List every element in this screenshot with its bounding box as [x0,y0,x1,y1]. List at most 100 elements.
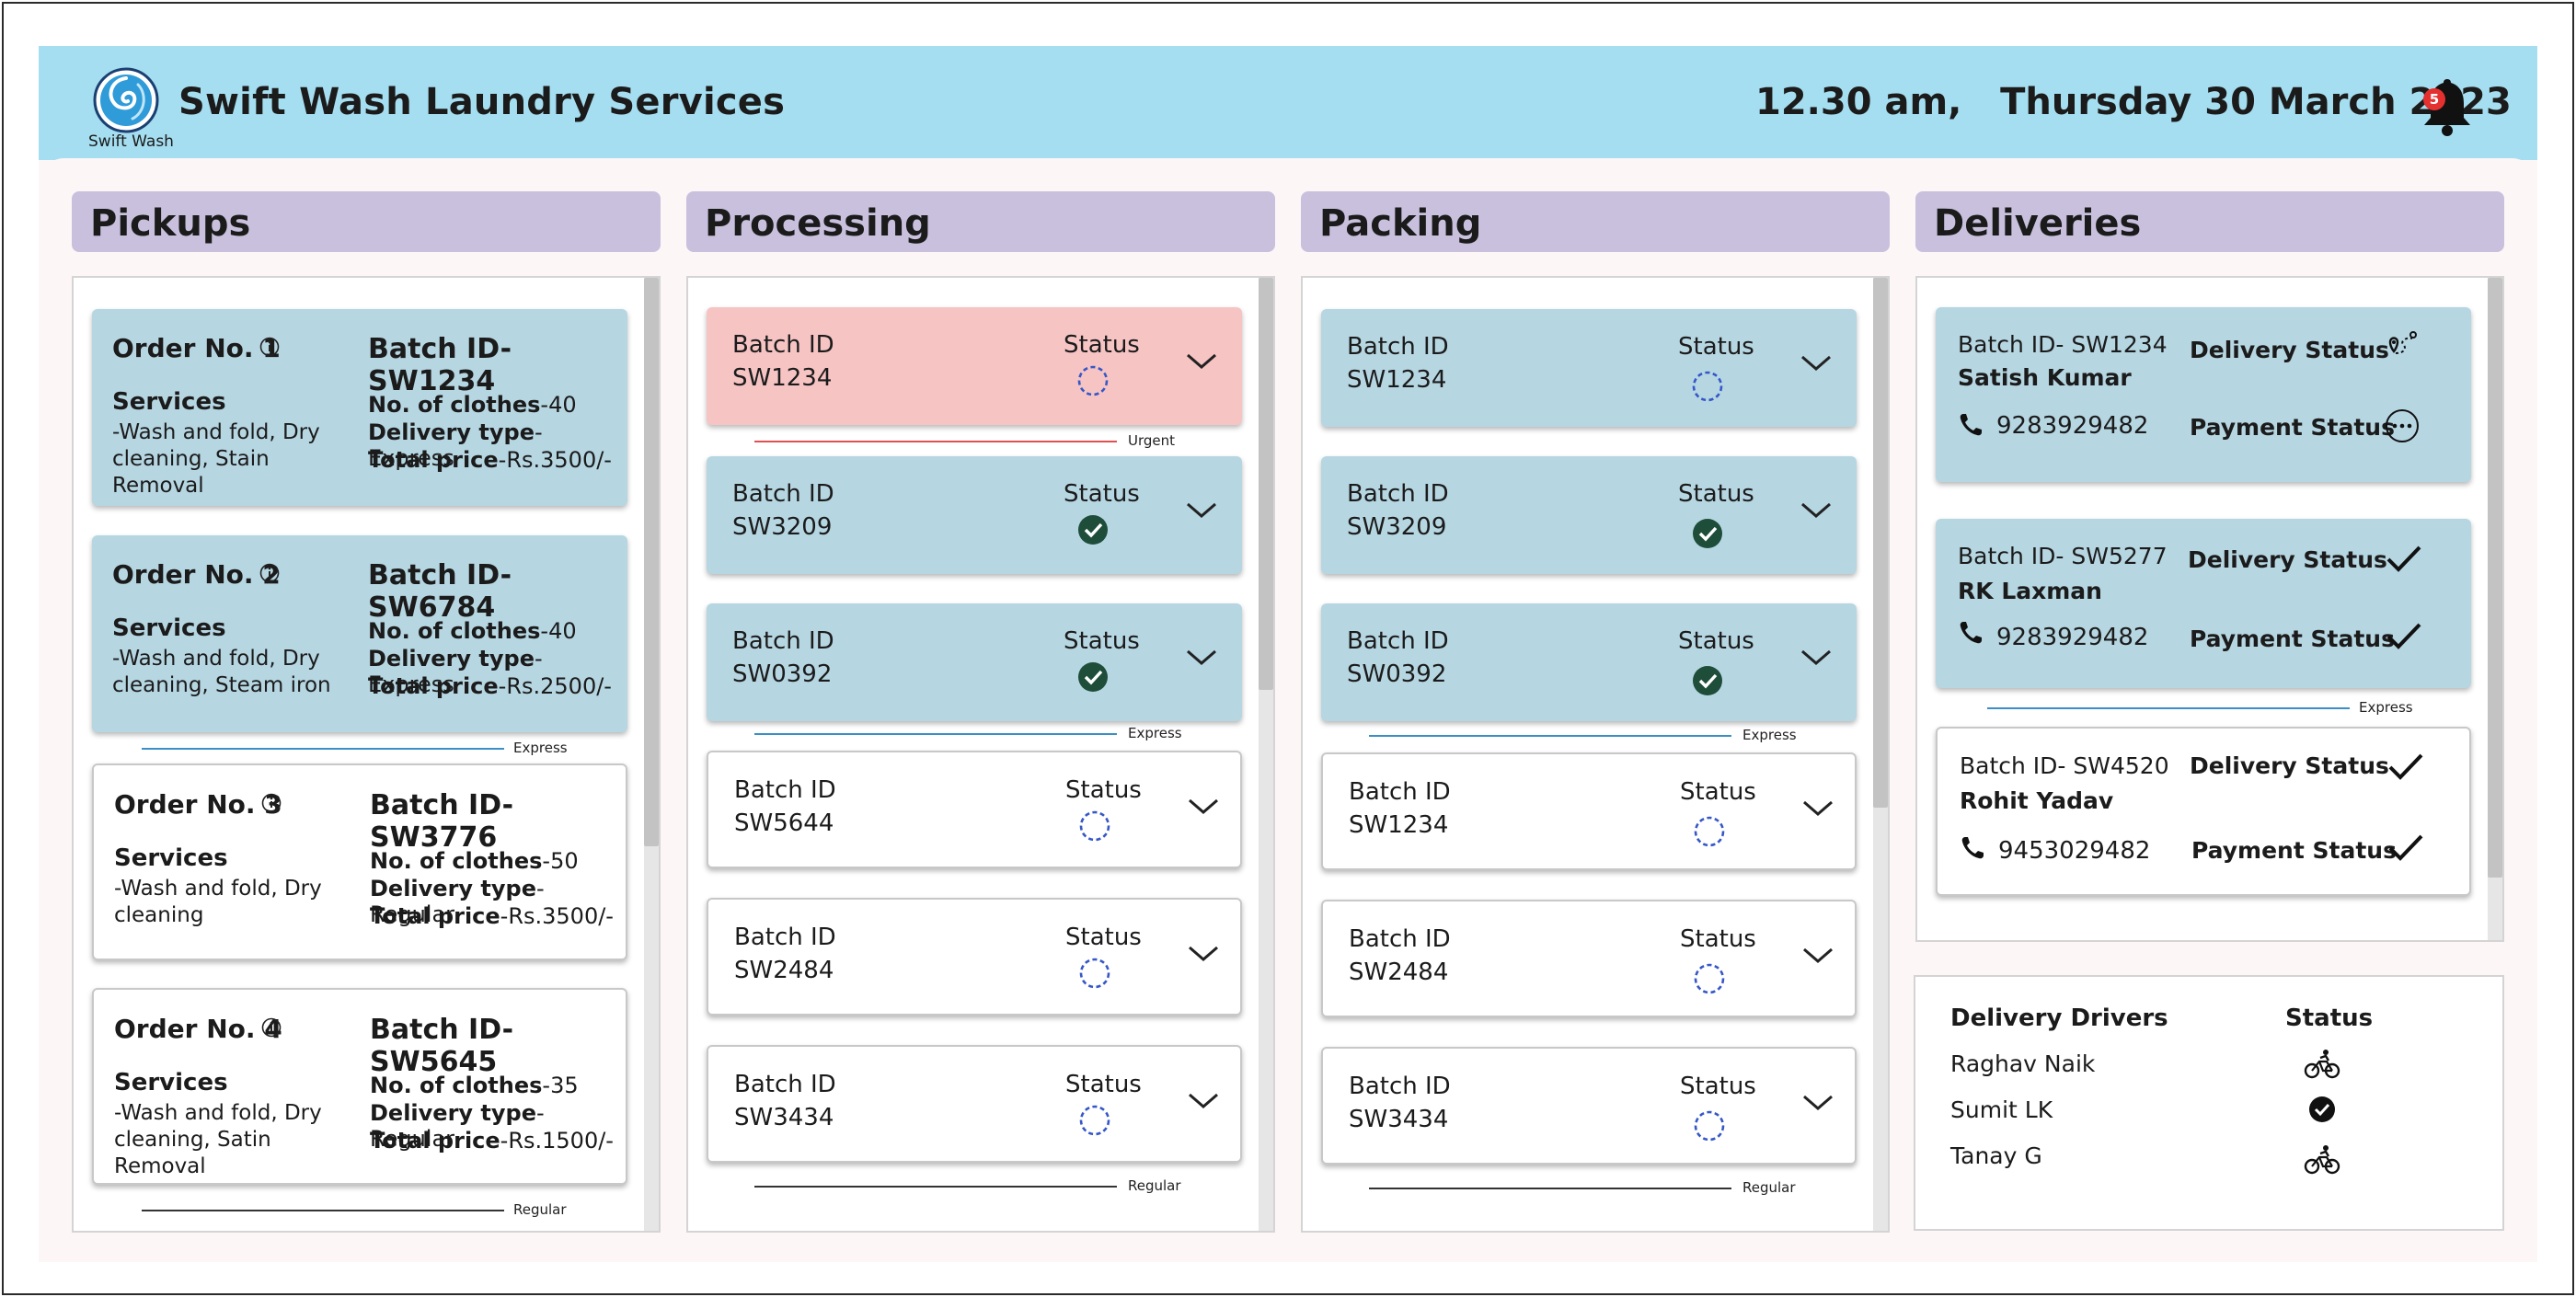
pickups-scrollbar-thumb[interactable] [644,278,659,846]
chevron-down-icon[interactable] [1185,500,1218,521]
deliveries-scrollbar-thumb[interactable] [2488,278,2502,878]
order-number: Order No. 4 [114,1014,282,1044]
column-title-pickups: Pickups [72,191,661,252]
pickup-order-card[interactable]: Order No. 2 Batch ID- SW6784 Services -W… [92,535,627,732]
processing-batch-card[interactable]: Batch ID SW3209 Status [707,456,1242,574]
packing-batch-card[interactable]: Batch ID SW2484 Status [1321,900,1857,1017]
in-progress-spinner-icon [1694,816,1725,847]
packing-scrollbar-thumb[interactable] [1873,278,1888,808]
chevron-down-icon[interactable] [1801,1093,1834,1113]
status-label: Status [1678,480,1754,508]
status-label: Status [1678,627,1754,655]
batch-id-value: SW0392 [732,660,833,688]
customer-name: Rohit Yadav [1960,787,2114,814]
driver-name[interactable]: Sumit LK [1950,1096,2053,1123]
check-icon [2386,545,2421,572]
processing-batch-card[interactable]: Batch ID SW1234 Status [707,307,1242,425]
processing-batch-card[interactable]: Batch ID SW0392 Status [707,603,1242,721]
phone-icon[interactable] [1958,620,1984,646]
processing-scrollbar-thumb[interactable] [1259,278,1273,690]
driver-name[interactable]: Tanay G [1950,1142,2042,1169]
packing-batch-card[interactable]: Batch ID SW0392 Status [1321,603,1857,721]
chevron-down-icon[interactable] [1187,1091,1220,1111]
order-number: Order No. 3 [114,789,282,820]
total-price: Total price-Rs.3500/- [370,903,614,929]
delivery-status-label: Delivery Status [2190,337,2389,363]
driver-name[interactable]: Raghav Naik [1950,1050,2095,1077]
chevron-down-icon[interactable] [1185,351,1218,372]
route-tracking-icon[interactable] [2379,326,2421,368]
current-datetime: 12.30 am, Thursday 30 March 2023 [1755,81,2512,123]
total-price: Total price-Rs.3500/- [368,447,612,473]
packing-batch-card[interactable]: Batch ID SW1234 Status [1321,752,1857,870]
processing-batch-card[interactable]: Batch ID SW2484 Status [707,898,1242,1016]
services-list: -Wash and fold, Dry cleaning, Satin Remo… [114,1101,322,1178]
chevron-down-icon[interactable] [1185,648,1218,668]
phone-icon[interactable] [1958,412,1984,438]
pickup-order-card[interactable]: Order No. 3 Batch ID- SW3776 Services -W… [92,763,627,960]
pickup-order-card[interactable]: Order No. 4 Batch ID- SW5645 Services -W… [92,988,627,1185]
batch-id-label: Batch ID [734,776,836,804]
delivery-batch-id: Batch ID- SW4520 [1960,752,2169,779]
done-check-icon [1693,666,1722,695]
batch-id: Batch ID- SW5645 [370,1014,514,1078]
regular-label: Regular [513,1201,567,1218]
chevron-down-icon[interactable] [1800,648,1833,668]
order-number: Order No. 2 [112,559,281,590]
payment-pending-icon[interactable] [2383,407,2421,445]
delivery-status-label: Delivery Status [2188,546,2387,573]
chevron-down-icon[interactable] [1187,944,1220,964]
info-icon[interactable] [259,563,280,583]
delivery-card[interactable]: Batch ID- SW4520 Rohit Yadav 9453029482 … [1936,727,2471,896]
status-label: Status [1678,333,1754,361]
swift-wash-logo-icon[interactable] [92,66,160,134]
delivery-card[interactable]: Batch ID- SW5277 RK Laxman 9283929482 De… [1936,519,2471,688]
payment-status-label: Payment Status [2190,626,2395,652]
batch-id: Batch ID- SW6784 [368,559,512,624]
batch-id-label: Batch ID [1349,778,1451,806]
chevron-down-icon[interactable] [1187,797,1220,817]
regular-divider [1369,1188,1731,1189]
express-divider [1369,735,1731,737]
in-progress-spinner-icon [1077,365,1109,396]
column-title-packing: Packing [1301,191,1890,252]
delivery-card[interactable]: Batch ID- SW1234 Satish Kumar 9283929482… [1936,307,2471,482]
express-divider [142,748,504,750]
info-icon[interactable] [259,337,280,357]
status-label: Status [1065,924,1142,951]
info-icon[interactable] [261,1017,282,1038]
chevron-down-icon[interactable] [1801,798,1834,819]
info-icon[interactable] [261,793,282,813]
check-icon [2386,623,2421,649]
status-label: Status [1064,480,1140,508]
batch-id-label: Batch ID [1347,333,1449,361]
services-list: -Wash and fold, Dry cleaning [114,877,322,927]
total-price: Total price-Rs.2500/- [368,673,612,699]
batch-id-value: SW5644 [734,809,834,837]
phone-icon[interactable] [1960,835,1985,861]
batch-id: Batch ID- SW3776 [370,789,514,854]
processing-batch-card[interactable]: Batch ID SW3434 Status [707,1045,1242,1163]
services-label: Services [112,388,226,416]
processing-batch-card[interactable]: Batch ID SW5644 Status [707,751,1242,868]
delivery-batch-id: Batch ID- SW5277 [1958,543,2168,569]
app-title: Swift Wash Laundry Services [178,81,786,123]
notification-count-badge: 5 [2423,88,2445,110]
customer-name: RK Laxman [1958,578,2102,604]
done-check-icon [1078,515,1108,545]
packing-batch-card[interactable]: Batch ID SW1234 Status [1321,309,1857,427]
status-label: Status [1680,778,1756,806]
chevron-down-icon[interactable] [1800,353,1833,373]
chevron-down-icon[interactable] [1800,500,1833,521]
customer-phone: 9283929482 [1996,412,2149,440]
no-of-clothes: No. of clothes-50 [370,848,579,874]
chevron-down-icon[interactable] [1801,946,1834,966]
packing-batch-card[interactable]: Batch ID SW3434 Status [1321,1047,1857,1165]
batch-id-label: Batch ID [732,331,834,359]
packing-batch-card[interactable]: Batch ID SW3209 Status [1321,456,1857,574]
batch-id-value: SW1234 [1349,811,1449,839]
batch-id-value: SW1234 [732,364,833,392]
column-title-deliveries: Deliveries [1915,191,2504,252]
batch-id-value: SW3209 [1347,513,1447,541]
pickup-order-card[interactable]: Order No. 1 Batch ID- SW1234 Services -W… [92,309,627,506]
